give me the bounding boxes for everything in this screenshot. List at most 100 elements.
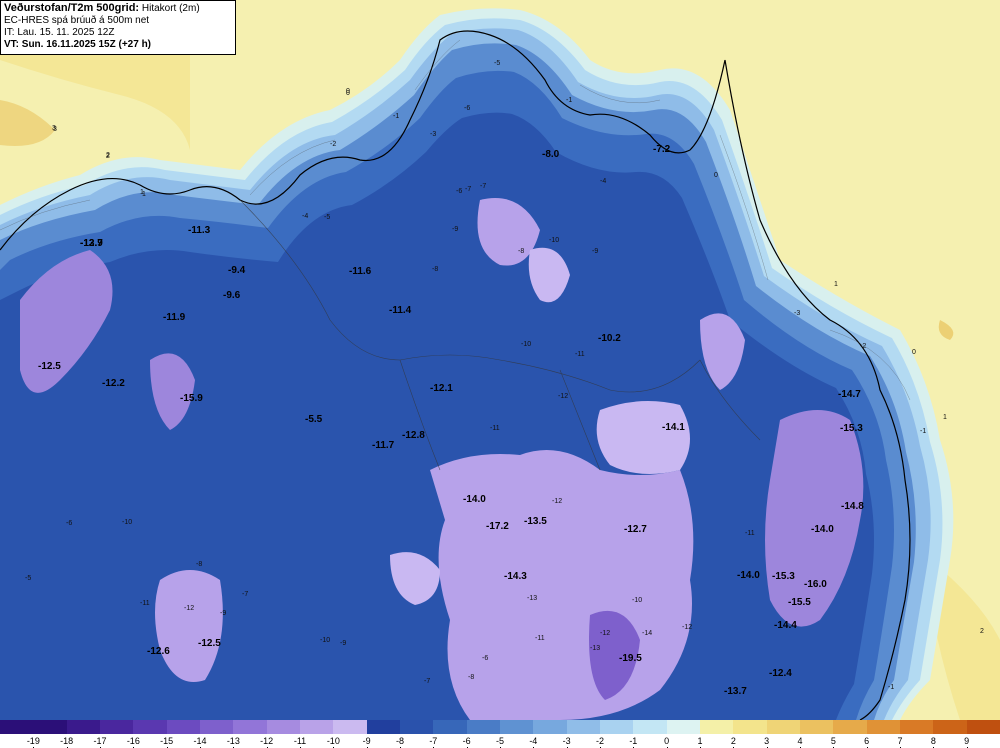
temperature-value-label: -8.0 (542, 149, 560, 160)
map-title-line: Veðurstofan/T2m 500grid: Hitakort (2m) (4, 2, 232, 15)
temperature-value-label: -14.0 (737, 570, 760, 581)
initial-time: IT: Lau. 15. 11. 2025 12Z (4, 27, 115, 38)
contour-value-label: -1 (393, 113, 399, 120)
legend-swatch (399, 720, 434, 734)
contour-value-label: 1 (943, 414, 947, 421)
legend-swatch (66, 720, 100, 734)
legend-label: -4 (529, 736, 538, 746)
temperature-value-label: -13.5 (524, 516, 547, 527)
contour-value-label: -1 (920, 428, 926, 435)
temperature-value-label: -19.5 (619, 653, 642, 664)
legend-label: 7 (897, 736, 903, 746)
legend-swatch (899, 720, 934, 734)
temperature-value-label: -11.9 (163, 312, 186, 323)
contour-value-label: -4 (600, 178, 606, 185)
temperature-value-label: -11.4 (389, 305, 412, 316)
contour-value-label: -6 (464, 105, 470, 112)
legend-label: -12 (260, 736, 274, 746)
temperature-value-label: -14.4 (774, 620, 797, 631)
legend-swatch (333, 720, 367, 734)
contour-value-label: -8 (432, 266, 438, 273)
legend-swatch (699, 720, 734, 734)
temperature-value-label: -9.6 (223, 290, 241, 301)
valid-time: VT: Sun. 16.11.2025 15Z (+27 h) (4, 39, 152, 50)
contour-value-label: -9 (452, 226, 458, 233)
contour-value-label: -8 (196, 561, 202, 568)
legend-swatch (299, 720, 334, 734)
temperature-value-label: -15.5 (788, 597, 811, 608)
legend-swatch (199, 720, 234, 734)
legend-label: 4 (797, 736, 803, 746)
contour-value-label: -7 (480, 183, 486, 190)
legend-label: -5 (495, 736, 504, 746)
legend-swatch (99, 720, 134, 734)
legend-swatch (633, 720, 667, 734)
contour-value-label: 1 (142, 191, 146, 198)
legend-label: 8 (930, 736, 936, 746)
temperature-value-label: -11.3 (188, 225, 211, 236)
temperature-value-label: -10.2 (598, 333, 621, 344)
temperature-value-label: -12.5 (38, 361, 61, 372)
legend-swatch (933, 720, 967, 734)
contour-value-label: -7 (424, 678, 430, 685)
contour-value-label: -6 (66, 520, 72, 527)
legend-swatch (666, 720, 700, 734)
contour-value-label: 0 (346, 88, 350, 95)
temperature-value-label: -12.8 (402, 430, 425, 441)
legend-label: 5 (830, 736, 836, 746)
legend-swatch (533, 720, 567, 734)
contour-value-label: -11 (745, 530, 755, 537)
legend-swatch (366, 720, 400, 734)
contour-value-label: -3 (430, 131, 436, 138)
temperature-value-label: -15.3 (840, 423, 863, 434)
legend-swatch (433, 720, 467, 734)
contour-value-label: -14 (642, 630, 652, 637)
temperature-value-label: -14.1 (662, 422, 685, 433)
contour-value-label: -5 (324, 214, 330, 221)
temperature-value-label: -12.7 (624, 524, 647, 535)
contour-value-label: 2 (106, 152, 110, 159)
contour-value-label: 0 (714, 172, 718, 179)
temperature-value-label: -14.0 (811, 524, 834, 535)
product-subtitle: Hitakort (2m) (139, 3, 200, 14)
contour-value-label: -6 (482, 655, 488, 662)
legend-swatch (499, 720, 534, 734)
color-legend-swatches (0, 720, 1000, 734)
model-description: EC-HRES spá brúuð á 500m net (4, 15, 150, 26)
legend-swatch (833, 720, 867, 734)
legend-label: 0 (664, 736, 670, 746)
temperature-value-label: -7.2 (653, 144, 671, 155)
legend-swatch (266, 720, 300, 734)
contour-value-label: 2 (980, 628, 984, 635)
temperature-value-label: -9.4 (228, 265, 246, 276)
contour-value-label: -9 (220, 610, 226, 617)
legend-label: -14 (193, 736, 207, 746)
contour-value-label: -2 (330, 141, 336, 148)
temperature-value-label: -12.4 (769, 668, 792, 679)
contour-value-label: 3 (53, 126, 57, 133)
temperature-value-label: -12.1 (430, 383, 453, 394)
contour-value-label: -4 (302, 213, 308, 220)
map-info-box: Veðurstofan/T2m 500grid: Hitakort (2m) E… (0, 0, 236, 55)
temperature-value-label: -5.5 (305, 414, 323, 425)
temperature-value-label: -14.0 (463, 494, 486, 505)
legend-swatch (33, 720, 67, 734)
temperature-value-label: -15.3 (772, 571, 795, 582)
legend-label: 2 (730, 736, 736, 746)
temperature-value-label: -12.2 (102, 378, 125, 389)
legend-label: -8 (395, 736, 404, 746)
contour-value-label: -10 (122, 519, 132, 526)
contour-value-label: -12 (184, 605, 194, 612)
legend-label: -18 (60, 736, 74, 746)
legend-label: -1 (629, 736, 638, 746)
legend-label: 6 (864, 736, 870, 746)
contour-value-label: -12 (552, 498, 562, 505)
temperature-value-label: -16.0 (804, 579, 827, 590)
legend-label: -7 (429, 736, 438, 746)
contour-value-label: 1 (834, 281, 838, 288)
highland-north-east (596, 401, 690, 474)
temperature-value-label: -14.3 (504, 571, 527, 582)
legend-label: 3 (764, 736, 770, 746)
contour-value-label: -13 (590, 645, 600, 652)
contour-value-label: -5 (25, 575, 31, 582)
